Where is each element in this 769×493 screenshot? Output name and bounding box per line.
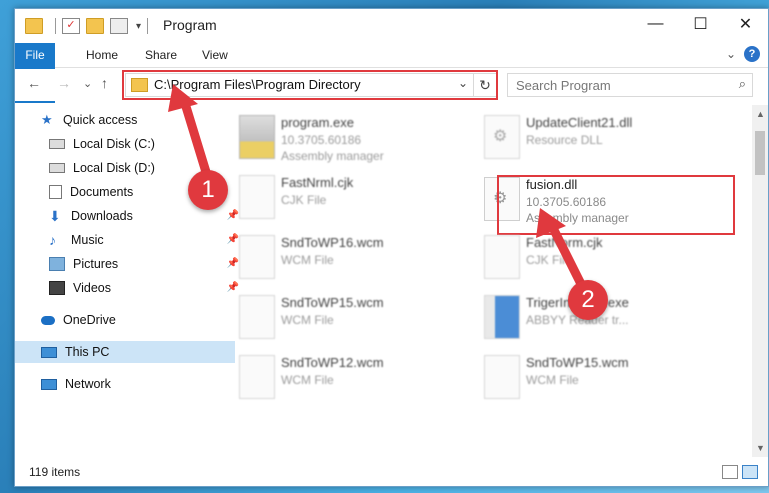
step-1-badge: 1 [188, 170, 228, 210]
annotation-arrows [168, 84, 589, 295]
arrow-1 [168, 84, 211, 177]
arrow-2 [536, 208, 589, 295]
step-2-badge: 2 [568, 280, 608, 320]
